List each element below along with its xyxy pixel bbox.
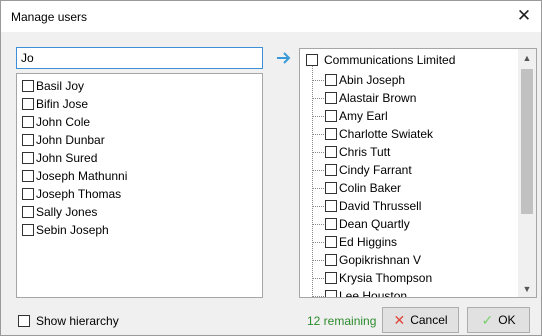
tree-item[interactable]: Abin Joseph: [300, 71, 433, 89]
scrollbar-thumb[interactable]: [521, 69, 533, 214]
ok-button[interactable]: ✓ OK: [467, 307, 530, 333]
show-hierarchy-label: Show hierarchy: [36, 314, 119, 328]
list-item[interactable]: Joseph Thomas: [17, 185, 262, 203]
list-item-label: Joseph Mathunni: [36, 169, 128, 183]
vertical-scrollbar[interactable]: ▲ ▼: [518, 49, 536, 297]
tree-item[interactable]: Cindy Farrant: [300, 161, 433, 179]
dialog-title: Manage users: [11, 10, 88, 24]
show-hierarchy-toggle[interactable]: Show hierarchy: [18, 314, 119, 328]
check-icon: ✓: [481, 312, 494, 328]
list-item[interactable]: John Cole: [17, 113, 262, 131]
list-item-label: John Cole: [36, 115, 91, 129]
tree-root-label: Communications Limited: [324, 53, 456, 67]
checkbox[interactable]: [325, 272, 337, 284]
tree-item[interactable]: Charlotte Swiatek: [300, 125, 433, 143]
list-item[interactable]: Joseph Mathunni: [17, 167, 262, 185]
tree-item-label: Colin Baker: [339, 181, 402, 195]
list-item-label: Sebin Joseph: [36, 223, 109, 237]
tree-item-label: Abin Joseph: [339, 73, 406, 87]
tree-item-label: Alastair Brown: [339, 91, 417, 105]
checkbox[interactable]: [325, 146, 337, 158]
checkbox[interactable]: [18, 315, 30, 327]
checkbox[interactable]: [325, 110, 337, 122]
list-item-label: Joseph Thomas: [36, 187, 122, 201]
checkbox[interactable]: [325, 290, 337, 297]
manage-users-dialog: Manage users ✕ Basil Joy Bifin Jose John…: [0, 0, 542, 336]
tree-item[interactable]: Gopikrishnan V: [300, 251, 433, 269]
list-item-label: Basil Joy: [36, 79, 85, 93]
checkbox[interactable]: [325, 218, 337, 230]
tree-children: Abin Joseph Alastair Brown Amy Earl Char…: [300, 71, 433, 298]
checkbox[interactable]: [325, 182, 337, 194]
list-item[interactable]: Bifin Jose: [17, 95, 262, 113]
tree-item[interactable]: Amy Earl: [300, 107, 433, 125]
checkbox[interactable]: [325, 200, 337, 212]
tree-item[interactable]: Chris Tutt: [300, 143, 433, 161]
tree-root[interactable]: Communications Limited: [306, 53, 455, 67]
tree-item-label: Amy Earl: [339, 109, 388, 123]
tree-item-label: Gopikrishnan V: [339, 253, 422, 267]
list-item-label: Bifin Jose: [36, 97, 89, 111]
tree-item-label: Lee Houston: [339, 289, 408, 298]
tree-item-label: Dean Quartly: [339, 217, 410, 231]
list-item-label: John Sured: [36, 151, 98, 165]
search-input[interactable]: [16, 47, 263, 69]
cancel-button[interactable]: ✕ Cancel: [382, 307, 459, 333]
ok-label: OK: [498, 313, 516, 327]
tree-item[interactable]: Colin Baker: [300, 179, 433, 197]
checkbox[interactable]: [325, 74, 337, 86]
tree-item-label: Cindy Farrant: [339, 163, 412, 177]
list-item[interactable]: John Sured: [17, 149, 262, 167]
checkbox[interactable]: [22, 98, 34, 110]
checkbox[interactable]: [325, 254, 337, 266]
tree-item[interactable]: David Thrussell: [300, 197, 433, 215]
checkbox[interactable]: [325, 236, 337, 248]
tree-item-label: Chris Tutt: [339, 145, 391, 159]
remaining-count: 12 remaining: [307, 314, 377, 328]
tree-item-label: Ed Higgins: [339, 235, 398, 249]
checkbox[interactable]: [22, 188, 34, 200]
checkbox[interactable]: [22, 80, 34, 92]
tree-item[interactable]: Alastair Brown: [300, 89, 433, 107]
tree-item[interactable]: Lee Houston: [300, 287, 433, 298]
tree-item-label: Krysia Thompson: [339, 271, 433, 285]
tree-item[interactable]: Ed Higgins: [300, 233, 433, 251]
chevron-down-icon[interactable]: ▼: [518, 280, 536, 297]
list-item[interactable]: Basil Joy: [17, 77, 262, 95]
checkbox[interactable]: [22, 170, 34, 182]
tree-item[interactable]: Dean Quartly: [300, 215, 433, 233]
selected-users-tree: Communications Limited Abin Joseph Alast…: [299, 48, 537, 298]
checkbox[interactable]: [22, 134, 34, 146]
list-item-label: John Dunbar: [36, 133, 105, 147]
user-search-results: Basil Joy Bifin Jose John Cole John Dunb…: [16, 73, 263, 298]
list-item[interactable]: John Dunbar: [17, 131, 262, 149]
chevron-up-icon[interactable]: ▲: [518, 49, 536, 66]
checkbox[interactable]: [22, 116, 34, 128]
cancel-label: Cancel: [410, 313, 448, 327]
checkbox[interactable]: [325, 164, 337, 176]
list-item-label: Sally Jones: [36, 205, 98, 219]
list-item[interactable]: Sebin Joseph: [17, 221, 262, 239]
close-icon[interactable]: ✕: [511, 4, 537, 28]
checkbox[interactable]: [306, 54, 318, 66]
tree-item[interactable]: Krysia Thompson: [300, 269, 433, 287]
arrow-right-icon: [277, 52, 291, 64]
checkbox[interactable]: [22, 224, 34, 236]
tree-item-label: Charlotte Swiatek: [339, 127, 434, 141]
tree-item-label: David Thrussell: [339, 199, 422, 213]
title-bar: Manage users ✕: [1, 1, 541, 32]
checkbox[interactable]: [325, 92, 337, 104]
checkbox[interactable]: [22, 152, 34, 164]
checkbox[interactable]: [325, 128, 337, 140]
close-icon: ✕: [393, 312, 406, 328]
list-item[interactable]: Sally Jones: [17, 203, 262, 221]
checkbox[interactable]: [22, 206, 34, 218]
